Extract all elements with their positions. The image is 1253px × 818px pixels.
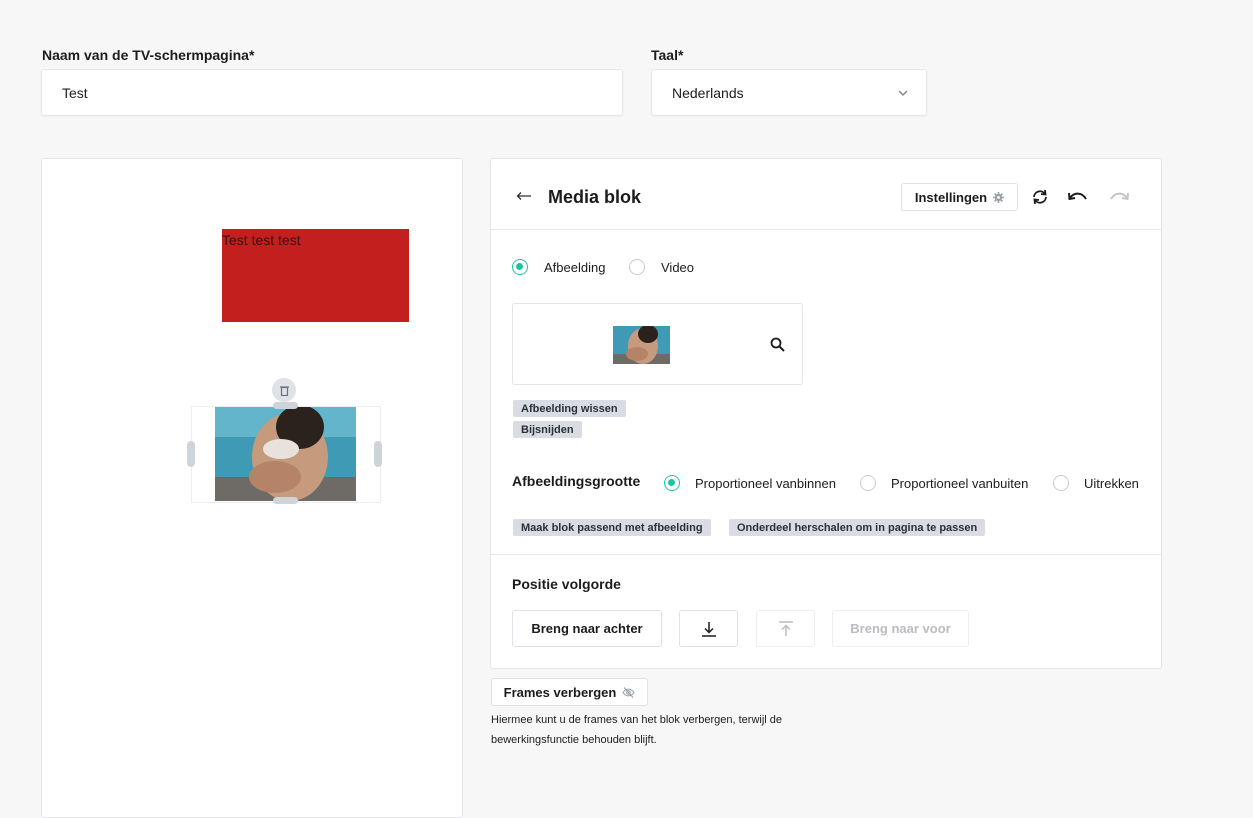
resize-handle-top[interactable] <box>273 402 298 409</box>
header-divider <box>491 229 1161 230</box>
radio-contain-label: Proportioneel vanbinnen <box>695 476 836 491</box>
chevron-down-icon <box>898 90 908 96</box>
section-divider <box>491 554 1161 555</box>
resize-handle-bottom[interactable] <box>273 497 298 504</box>
screen-preview-canvas[interactable]: Test test test <box>41 158 463 818</box>
radio-video[interactable] <box>629 259 645 275</box>
settings-button[interactable]: Instellingen <box>901 183 1018 211</box>
resize-handle-left[interactable] <box>187 441 195 467</box>
editor-title: Media blok <box>548 187 642 207</box>
radio-image[interactable] <box>512 259 528 275</box>
radio-video-label: Video <box>661 260 695 275</box>
settings-label: Instellingen <box>914 189 988 205</box>
image-thumbnail <box>613 326 670 364</box>
fit-block-button[interactable]: Maak blok passend met afbeelding <box>513 519 711 536</box>
trash-icon <box>279 385 289 396</box>
eye-off-icon <box>622 686 636 698</box>
radio-stretch-label: Uitrekken <box>1084 476 1139 491</box>
send-backward-button[interactable] <box>679 610 738 647</box>
back-arrow-icon[interactable] <box>516 191 532 201</box>
hide-frames-help-line-1: Hiermee kunt u de frames van het blok ve… <box>491 714 783 726</box>
search-icon[interactable] <box>770 337 785 352</box>
text-block[interactable]: Test test test <box>222 229 409 322</box>
position-order-label: Positie volgorde <box>512 576 621 592</box>
page-name-input[interactable]: Test <box>41 69 623 116</box>
text-block-content: Test test test <box>222 232 301 248</box>
undo-icon[interactable] <box>1068 191 1088 203</box>
page-name-label: Naam van de TV-schermpagina* <box>42 47 255 63</box>
delete-block-button[interactable] <box>272 378 296 402</box>
media-block-editor: Media blok Instellingen Afbeelding Video <box>490 158 1162 669</box>
arrow-up-icon <box>778 620 793 636</box>
image-size-label: Afbeeldingsgrootte <box>512 473 641 489</box>
model-photo <box>215 407 356 501</box>
bring-to-front-button[interactable]: Breng naar voor <box>832 610 969 647</box>
crop-button[interactable]: Bijsnijden <box>513 421 582 438</box>
hide-frames-label: Frames verbergen <box>503 684 617 700</box>
language-value: Nederlands <box>672 84 744 101</box>
hide-frames-help: Hiermee kunt u de frames van het blok ve… <box>491 710 782 750</box>
radio-cover[interactable] <box>860 475 876 491</box>
radio-image-label: Afbeelding <box>544 260 606 275</box>
language-label: Taal* <box>651 47 684 63</box>
send-to-back-button[interactable]: Breng naar achter <box>512 610 662 647</box>
refresh-icon[interactable] <box>1031 189 1049 205</box>
image-picker[interactable] <box>512 303 803 385</box>
arrow-down-icon <box>701 621 716 637</box>
media-block-image[interactable] <box>215 407 356 501</box>
gear-icon <box>993 191 1005 203</box>
language-select[interactable]: Nederlands <box>651 69 927 116</box>
bring-forward-button[interactable] <box>756 610 815 647</box>
hide-frames-button[interactable]: Frames verbergen <box>491 678 648 706</box>
radio-contain[interactable] <box>664 475 680 491</box>
clear-image-button[interactable]: Afbeelding wissen <box>513 400 626 417</box>
radio-stretch[interactable] <box>1053 475 1069 491</box>
redo-icon[interactable] <box>1109 191 1129 203</box>
rescale-button[interactable]: Onderdeel herschalen om in pagina te pas… <box>729 519 986 536</box>
radio-cover-label: Proportioneel vanbuiten <box>891 476 1029 491</box>
resize-handle-right[interactable] <box>374 441 382 467</box>
page-name-value: Test <box>62 84 88 101</box>
hide-frames-help-line-2: bewerkingsfunctie behouden blijft. <box>491 734 657 746</box>
